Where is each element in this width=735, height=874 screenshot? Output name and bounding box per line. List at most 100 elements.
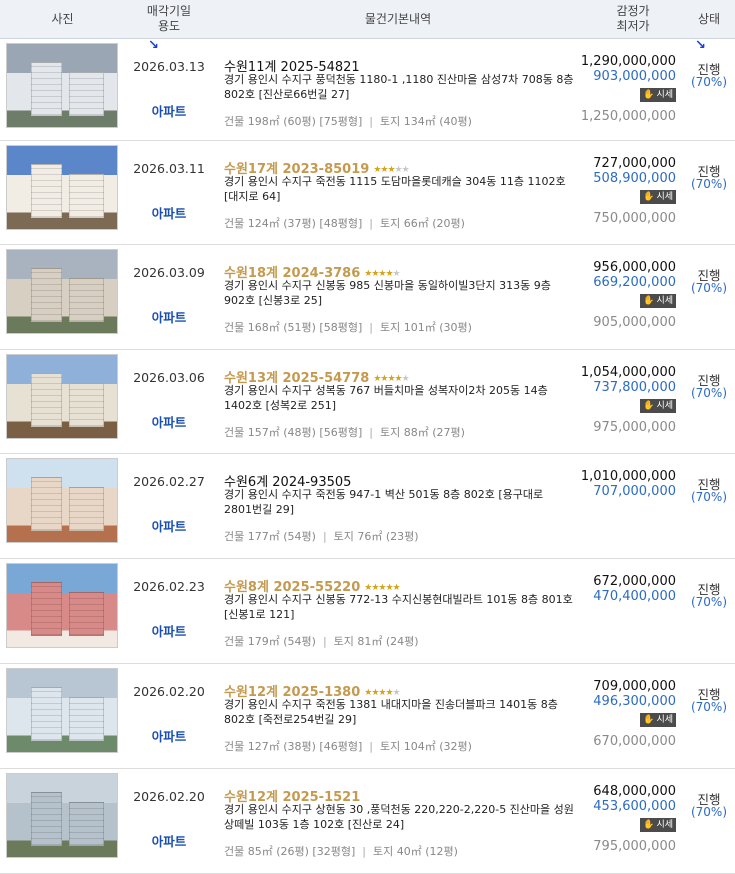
property-photo[interactable] bbox=[6, 249, 118, 334]
property-address[interactable]: 경기 용인시 수지구 신봉동 985 신봉마을 동일하이빌3단지 313동 9층… bbox=[224, 278, 574, 308]
appraisal-price: 1,010,000,000 bbox=[580, 469, 676, 484]
minimum-price: 496,300,000 bbox=[593, 694, 676, 709]
header-minimum-label[interactable]: 최저가 bbox=[616, 19, 649, 34]
minimum-price: 508,900,000 bbox=[593, 171, 676, 186]
table-header: 사진 매각기일 용도 물건기본내역 감정가 최저가 상태 bbox=[0, 0, 735, 39]
property-type[interactable]: 아파트 bbox=[125, 516, 213, 535]
minimum-price: 707,000,000 bbox=[593, 484, 676, 499]
sale-date: 2026.03.13 bbox=[133, 59, 205, 74]
land-area: 토지 66㎡ (20평) bbox=[379, 217, 465, 230]
sale-date: 2026.03.06 bbox=[133, 370, 205, 385]
header-photo: 사진 bbox=[51, 11, 74, 26]
property-address[interactable]: 경기 용인시 수지구 상현동 30 ,풍덕천동 220,220-2,220-5 … bbox=[224, 802, 574, 832]
market-price: 795,000,000 bbox=[593, 839, 676, 854]
land-area: 토지 134㎡ (40평) bbox=[379, 115, 472, 128]
property-type[interactable]: 아파트 bbox=[125, 101, 213, 120]
property-photo[interactable] bbox=[6, 354, 118, 439]
status-ratio: (70%) bbox=[690, 386, 728, 400]
market-price-badge[interactable]: ✋ 시세 bbox=[640, 713, 676, 727]
sale-date: 2026.02.27 bbox=[133, 474, 205, 489]
market-price-badge[interactable]: ✋ 시세 bbox=[640, 294, 676, 308]
table-row[interactable]: 2026.02.20 아파트 수원12계 2025-1380 ★★★★★ 경기 용… bbox=[0, 664, 735, 769]
sale-date: 2026.03.09 bbox=[133, 265, 205, 280]
area-info: 건물 198㎡ (60평) [75평형] | 토지 134㎡ (40평) bbox=[224, 115, 472, 128]
market-price: 670,000,000 bbox=[593, 734, 676, 749]
property-address[interactable]: 경기 용인시 수지구 죽전동 1115 도담마을롯데캐슬 304동 11층 11… bbox=[224, 174, 574, 204]
market-price-badge[interactable]: ✋ 시세 bbox=[640, 818, 676, 832]
hand-coins-icon: ✋ bbox=[643, 296, 655, 306]
table-row[interactable]: 2026.03.13 아파트 수원11계 2025-54821 경기 용인시 수… bbox=[0, 39, 735, 141]
header-use-label: 용도 bbox=[157, 19, 181, 33]
minimum-price: 737,800,000 bbox=[593, 380, 676, 395]
header-appraisal-label[interactable]: 감정가 bbox=[616, 4, 649, 19]
area-info: 건물 179㎡ (54평) | 토지 81㎡ (24평) bbox=[224, 635, 419, 648]
sale-date: 2026.02.23 bbox=[133, 579, 205, 594]
property-photo[interactable] bbox=[6, 145, 118, 230]
property-photo[interactable] bbox=[6, 43, 118, 128]
status-ratio: (70%) bbox=[690, 177, 728, 191]
land-area: 토지 88㎡ (27평) bbox=[379, 426, 465, 439]
property-address[interactable]: 경기 용인시 수지구 신봉동 772-13 수지신봉현대빌라트 101동 8층 … bbox=[224, 592, 574, 622]
area-info: 건물 168㎡ (51평) [58평형] | 토지 101㎡ (30평) bbox=[224, 321, 472, 334]
property-type[interactable]: 아파트 bbox=[125, 621, 213, 640]
sale-date: 2026.02.20 bbox=[133, 789, 205, 804]
table-row[interactable]: 2026.02.23 아파트 수원8계 2025-55220 ★★★★★ 경기 용… bbox=[0, 559, 735, 664]
property-type[interactable]: 아파트 bbox=[125, 726, 213, 745]
market-price: 750,000,000 bbox=[593, 211, 676, 226]
building-area: 건물 124㎡ (37평) [48평형] bbox=[224, 217, 363, 230]
property-address[interactable]: 경기 용인시 수지구 성복동 767 버들치마을 성복자이2차 205동 14층… bbox=[224, 383, 574, 413]
area-info: 건물 157㎡ (48평) [56평형] | 토지 88㎡ (27평) bbox=[224, 426, 465, 439]
property-address[interactable]: 경기 용인시 수지구 풍덕천동 1180-1 ,1180 진산마을 삼성7차 7… bbox=[224, 72, 574, 102]
area-info: 건물 177㎡ (54평) | 토지 76㎡ (23평) bbox=[224, 530, 419, 543]
land-area: 토지 101㎡ (30평) bbox=[379, 321, 472, 334]
header-status[interactable]: 상태 bbox=[683, 0, 735, 38]
table-row[interactable]: 2026.03.11 아파트 수원17계 2023-85019 ★★★★★ 경기 … bbox=[0, 141, 735, 245]
table-row[interactable]: 2026.02.20 아파트 수원12계 2025-1521 경기 용인시 수지… bbox=[0, 769, 735, 874]
minimum-price: 903,000,000 bbox=[593, 69, 676, 84]
status-ratio: (70%) bbox=[690, 805, 728, 819]
land-area: 토지 81㎡ (24평) bbox=[333, 635, 419, 648]
property-photo[interactable] bbox=[6, 458, 118, 543]
hand-coins-icon: ✋ bbox=[643, 90, 655, 100]
table-row[interactable]: 2026.03.09 아파트 수원18계 2024-3786 ★★★★★ 경기 용… bbox=[0, 245, 735, 350]
header-date[interactable]: 매각기일 용도 bbox=[125, 0, 213, 38]
hand-coins-icon: ✋ bbox=[643, 401, 655, 411]
hand-coins-icon: ✋ bbox=[643, 820, 655, 830]
property-type[interactable]: 아파트 bbox=[125, 203, 213, 222]
property-photo[interactable] bbox=[6, 563, 118, 648]
market-price-badge[interactable]: ✋ 시세 bbox=[640, 190, 676, 204]
market-price-badge[interactable]: ✋ 시세 bbox=[640, 399, 676, 413]
area-info: 건물 127㎡ (38평) [46평형] | 토지 104㎡ (32평) bbox=[224, 740, 472, 753]
building-area: 건물 177㎡ (54평) bbox=[224, 530, 316, 543]
header-info: 물건기본내역 bbox=[364, 11, 432, 26]
area-info: 건물 124㎡ (37평) [48평형] | 토지 66㎡ (20평) bbox=[224, 217, 465, 230]
building-area: 건물 85㎡ (26평) [32평형] bbox=[224, 845, 356, 858]
property-photo[interactable] bbox=[6, 773, 118, 858]
table-row[interactable]: 2026.03.06 아파트 수원13계 2025-54778 ★★★★★ 경기 … bbox=[0, 350, 735, 454]
sale-date: 2026.02.20 bbox=[133, 684, 205, 699]
building-area: 건물 157㎡ (48평) [56평형] bbox=[224, 426, 363, 439]
property-address[interactable]: 경기 용인시 수지구 죽전동 947-1 벽산 501동 8층 802호 [용구… bbox=[224, 487, 574, 517]
land-area: 토지 76㎡ (23평) bbox=[333, 530, 419, 543]
property-address[interactable]: 경기 용인시 수지구 죽전동 1381 내대지마을 진송더블파크 1401동 8… bbox=[224, 697, 574, 727]
land-area: 토지 40㎡ (12평) bbox=[372, 845, 458, 858]
property-photo[interactable] bbox=[6, 668, 118, 753]
property-type[interactable]: 아파트 bbox=[125, 412, 213, 431]
property-type[interactable]: 아파트 bbox=[125, 831, 213, 850]
market-price-badge[interactable]: ✋ 시세 bbox=[640, 88, 676, 102]
appraisal-price: 672,000,000 bbox=[593, 574, 676, 589]
area-info: 건물 85㎡ (26평) [32평형] | 토지 40㎡ (12평) bbox=[224, 845, 458, 858]
header-date-label[interactable]: 매각기일 bbox=[147, 4, 191, 19]
appraisal-price: 648,000,000 bbox=[593, 784, 676, 799]
appraisal-price: 1,054,000,000 bbox=[580, 365, 676, 380]
minimum-price: 453,600,000 bbox=[593, 799, 676, 814]
appraisal-price: 709,000,000 bbox=[593, 679, 676, 694]
table-row[interactable]: 2026.02.27 아파트 수원6계 2024-93505 경기 용인시 수지… bbox=[0, 454, 735, 559]
status-ratio: (70%) bbox=[690, 490, 728, 504]
building-area: 건물 179㎡ (54평) bbox=[224, 635, 316, 648]
property-type[interactable]: 아파트 bbox=[125, 307, 213, 326]
header-price[interactable]: 감정가 최저가 bbox=[583, 0, 683, 38]
minimum-price: 669,200,000 bbox=[593, 275, 676, 290]
market-price: 975,000,000 bbox=[593, 420, 676, 435]
status-ratio: (70%) bbox=[690, 281, 728, 295]
